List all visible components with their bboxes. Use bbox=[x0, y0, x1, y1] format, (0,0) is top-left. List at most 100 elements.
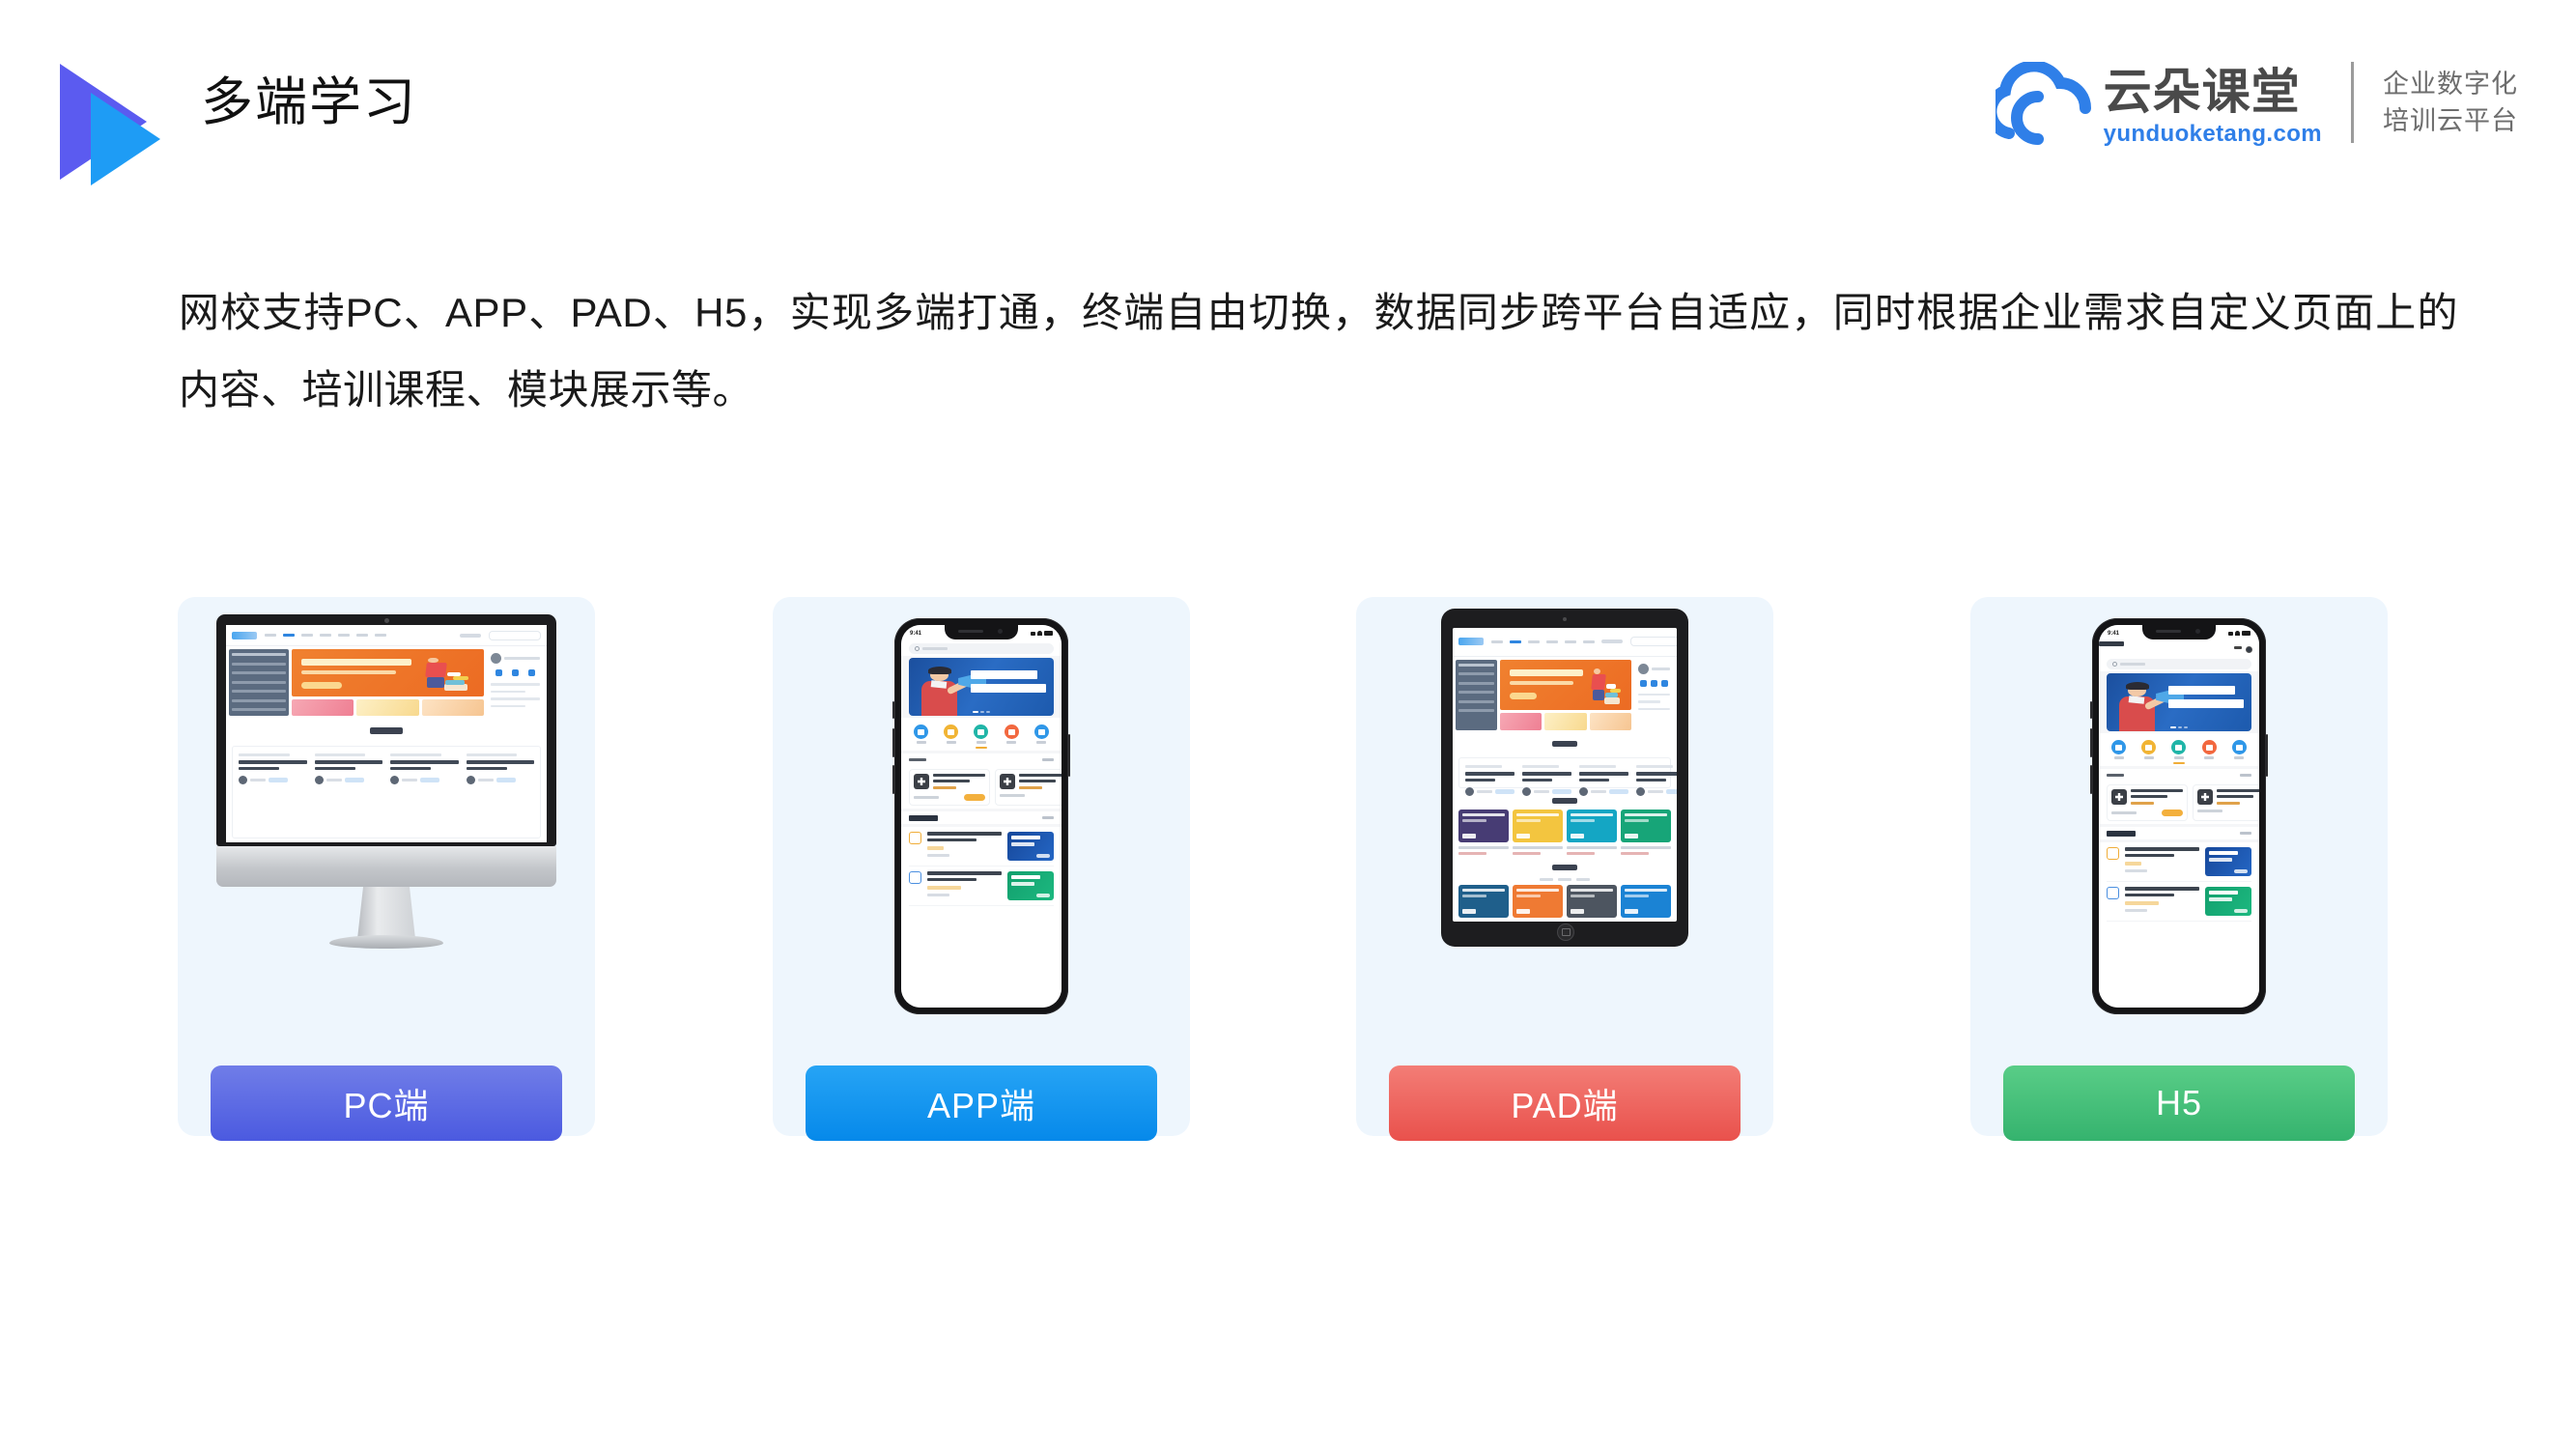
wifi-icon bbox=[2235, 631, 2240, 636]
promo-banner[interactable] bbox=[356, 699, 419, 716]
site-search-input[interactable] bbox=[1630, 637, 1677, 647]
section-title bbox=[2107, 773, 2124, 778]
category-item-course[interactable] bbox=[914, 724, 929, 744]
imac-bezel bbox=[216, 614, 556, 846]
recommend-row[interactable] bbox=[2107, 842, 2251, 882]
course-card[interactable] bbox=[388, 752, 461, 833]
recommend-grid bbox=[1453, 809, 1677, 859]
h5-search-bar[interactable] bbox=[2099, 657, 2259, 671]
course-time bbox=[914, 796, 939, 799]
iphone-illustration-h5: 9:41 bbox=[2090, 618, 2268, 1014]
double-triangle-play-logo-icon bbox=[60, 46, 176, 185]
public-class-card[interactable] bbox=[2193, 784, 2259, 821]
course-tile[interactable] bbox=[1621, 809, 1671, 855]
card-label-button-h5[interactable]: H5 bbox=[2003, 1065, 2355, 1141]
section-more-link[interactable] bbox=[2240, 774, 2251, 777]
home-button[interactable] bbox=[1557, 923, 1574, 941]
course-card[interactable] bbox=[1634, 763, 1677, 797]
webcam-icon bbox=[383, 618, 389, 623]
course-tile[interactable] bbox=[1458, 885, 1509, 922]
device-card-h5[interactable]: 9:41 H5 bbox=[1970, 597, 2388, 1141]
course-type-icon bbox=[909, 871, 921, 884]
close-icon[interactable] bbox=[2246, 646, 2252, 653]
hero-banner-button[interactable] bbox=[300, 682, 342, 690]
app-hero-banner[interactable] bbox=[909, 658, 1054, 716]
category-item-material[interactable] bbox=[2231, 740, 2247, 759]
course-card[interactable] bbox=[1520, 763, 1573, 797]
course-card[interactable] bbox=[237, 752, 309, 833]
pc-device-stage bbox=[178, 597, 595, 1051]
enroll-button[interactable] bbox=[964, 794, 985, 801]
course-tile[interactable] bbox=[1621, 885, 1671, 922]
course-tile[interactable] bbox=[1513, 885, 1563, 922]
course-tile[interactable] bbox=[1567, 885, 1617, 922]
promo-banner[interactable] bbox=[421, 699, 485, 716]
hero-banner[interactable] bbox=[291, 649, 485, 697]
course-tile[interactable] bbox=[1458, 809, 1509, 855]
public-class-card[interactable] bbox=[2107, 784, 2188, 821]
device-card-app[interactable]: 9:41 APP端 bbox=[773, 597, 1190, 1141]
brand-wordmark: 云朵课堂 yunduoketang.com bbox=[2104, 56, 2322, 151]
category-item-material[interactable] bbox=[1033, 724, 1049, 744]
course-thumb-icon bbox=[1000, 774, 1015, 789]
course-thumbnail bbox=[2205, 847, 2251, 876]
hero-region bbox=[1453, 657, 1677, 733]
download-app-link bbox=[1601, 639, 1623, 644]
course-tile[interactable] bbox=[1513, 809, 1563, 855]
user-row bbox=[491, 653, 540, 665]
device-card-pc[interactable]: PC端 bbox=[178, 597, 595, 1141]
promo-banner[interactable] bbox=[1499, 713, 1543, 730]
quick-action-row bbox=[491, 669, 540, 677]
sidebar-item bbox=[232, 690, 286, 694]
section-more-link[interactable] bbox=[1042, 816, 1054, 819]
recommend-row[interactable] bbox=[909, 867, 1054, 906]
hero-banner[interactable] bbox=[1499, 659, 1632, 711]
public-class-scroller[interactable] bbox=[2099, 781, 2259, 824]
app-search-bar[interactable] bbox=[901, 641, 1062, 656]
card-label-button-pc[interactable]: PC端 bbox=[211, 1065, 562, 1141]
nav-item bbox=[356, 634, 368, 638]
category-item-exam[interactable] bbox=[2201, 740, 2217, 759]
category-item-exam[interactable] bbox=[1004, 724, 1019, 744]
course-thumbnail bbox=[2205, 887, 2251, 916]
nav-item bbox=[1491, 639, 1503, 643]
promo-banner[interactable] bbox=[291, 699, 354, 716]
h5-hero-banner[interactable] bbox=[2107, 673, 2251, 731]
banner-pagination[interactable] bbox=[2170, 726, 2188, 728]
device-card-pad[interactable]: PAD端 bbox=[1356, 597, 1773, 1141]
category-item-course[interactable] bbox=[2111, 740, 2127, 759]
section-title bbox=[2107, 830, 2136, 837]
public-class-scroller[interactable] bbox=[901, 766, 1062, 809]
promo-banner[interactable] bbox=[1544, 713, 1587, 730]
course-card[interactable] bbox=[1463, 763, 1516, 797]
course-filter-tabs[interactable] bbox=[1453, 878, 1677, 882]
course-card[interactable] bbox=[1577, 763, 1630, 797]
section-more-link[interactable] bbox=[1042, 758, 1054, 761]
card-label-button-app[interactable]: APP端 bbox=[806, 1065, 1157, 1141]
recommend-course-list bbox=[901, 827, 1062, 1008]
banner-pagination[interactable] bbox=[973, 711, 990, 713]
recommend-row[interactable] bbox=[909, 827, 1054, 867]
recommend-row[interactable] bbox=[2107, 882, 2251, 922]
section-header-recommend bbox=[901, 811, 1062, 824]
course-tile[interactable] bbox=[1567, 809, 1617, 855]
nav-item bbox=[320, 634, 331, 638]
course-card[interactable] bbox=[465, 752, 537, 833]
card-label-button-pad[interactable]: PAD端 bbox=[1389, 1065, 1741, 1141]
promo-banner[interactable] bbox=[1589, 713, 1632, 730]
public-class-card[interactable] bbox=[909, 769, 990, 806]
category-item-package[interactable] bbox=[944, 724, 959, 744]
course-card[interactable] bbox=[313, 752, 385, 833]
category-icon-row bbox=[2099, 733, 2259, 766]
ipad-illustration bbox=[1441, 609, 1688, 947]
category-item-package[interactable] bbox=[2141, 740, 2157, 759]
public-class-card[interactable] bbox=[995, 769, 1062, 806]
enroll-button[interactable] bbox=[2162, 810, 2183, 816]
imac-screen bbox=[226, 625, 547, 842]
more-icon[interactable] bbox=[2234, 646, 2242, 649]
section-more-link[interactable] bbox=[2240, 832, 2251, 835]
category-item-live[interactable] bbox=[974, 724, 989, 744]
sidebar-item bbox=[232, 680, 286, 684]
promo-strip-row bbox=[291, 699, 485, 716]
category-item-live[interactable] bbox=[2171, 740, 2187, 759]
